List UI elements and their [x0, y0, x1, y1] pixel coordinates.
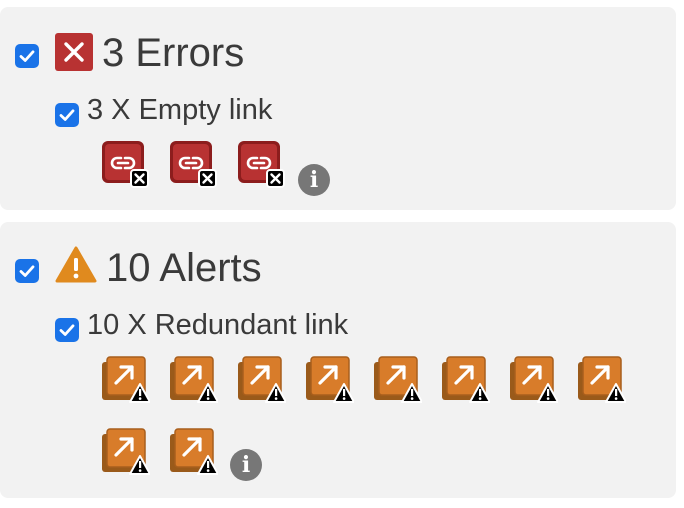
redundant-link-icon[interactable]	[304, 354, 354, 404]
redundant-link-icon[interactable]	[576, 354, 626, 404]
broken-link-icon[interactable]	[168, 139, 218, 189]
empty-link-checkbox[interactable]	[55, 103, 79, 127]
errors-panel: 3 Errors 3 X Empty link i	[0, 7, 676, 210]
alerts-heading: 10 Alerts	[106, 246, 262, 290]
redundant-link-icon[interactable]	[236, 354, 286, 404]
redundant-link-icon[interactable]	[100, 354, 150, 404]
alerts-panel: 10 Alerts 10 X Redundant link i	[0, 222, 676, 498]
redundant-link-checkbox[interactable]	[55, 318, 79, 342]
redundant-link-label: 10 X Redundant link	[87, 309, 349, 341]
redundant-link-icon[interactable]	[440, 354, 490, 404]
broken-link-icon[interactable]	[100, 139, 150, 189]
info-icon[interactable]: i	[230, 449, 262, 481]
alerts-checkbox[interactable]	[15, 259, 39, 283]
warning-triangle-icon	[55, 246, 97, 289]
redundant-link-icon[interactable]	[100, 426, 150, 476]
empty-link-label: 3 X Empty link	[87, 94, 273, 126]
error-x-icon	[55, 33, 93, 76]
errors-heading: 3 Errors	[102, 31, 245, 75]
broken-link-icon[interactable]	[236, 139, 286, 189]
errors-checkbox[interactable]	[15, 44, 39, 68]
info-icon[interactable]: i	[298, 164, 330, 196]
redundant-link-icon[interactable]	[508, 354, 558, 404]
redundant-link-icon[interactable]	[168, 354, 218, 404]
redundant-link-icon[interactable]	[372, 354, 422, 404]
redundant-link-icon[interactable]	[168, 426, 218, 476]
